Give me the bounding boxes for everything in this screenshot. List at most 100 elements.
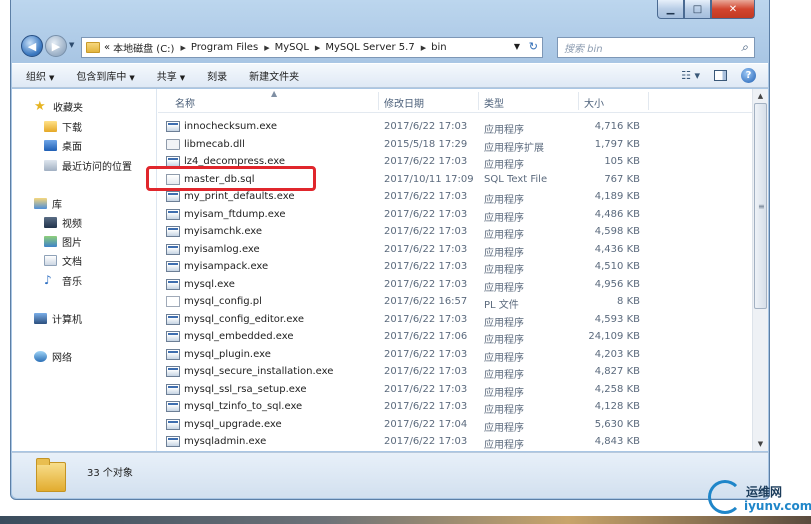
column-header-type[interactable]: 类型 [484,95,504,110]
include-in-library-button[interactable]: 包含到库中 ▼ [76,68,134,83]
file-row[interactable]: myisam_ftdump.exe 2017/6/22 17:03 应用程序 4,48… [158,206,752,224]
view-controls: ☷ ▾ ? [681,68,756,83]
change-view-icon[interactable]: ☷ ▾ [681,69,700,82]
file-row[interactable]: mysqlbinlog.exe2017/6/22 17:03应用程序5,139 … [158,451,752,452]
file-size: 4,593 KB [594,313,640,325]
scroll-down-icon[interactable]: ▼ [753,437,768,451]
column-divider[interactable] [578,92,579,110]
file-row[interactable]: lz4_decompress.exe 2017/6/22 17:03 应用程序 105… [158,153,752,171]
sidebar-item-desktop[interactable]: 桌面 [44,138,82,153]
file-size: 4,843 KB [594,436,640,447]
file-row[interactable]: myisamlog.exe 2017/6/22 17:03 应用程序 4,436 KB [158,241,752,259]
file-row[interactable]: mysql.exe 2017/6/22 17:03 应用程序 4,956 KB [158,276,752,294]
file-row[interactable]: my_print_defaults.exe 2017/6/22 17:03 应用程序… [158,188,752,206]
minimize-button[interactable]: ▁ [657,0,684,19]
file-row[interactable]: mysql_ssl_rsa_setup.exe 2017/6/22 17:03 应用… [158,381,752,399]
desktop-icon [44,140,57,151]
vertical-scrollbar[interactable]: ▲ ≡ ▼ [752,89,768,451]
column-divider[interactable] [648,92,649,110]
file-row[interactable]: mysql_config.pl 2017/6/22 16:57 PL 文件 8 KB [158,293,752,311]
sidebar-item-videos[interactable]: 视频 [44,215,82,230]
sidebar-libraries[interactable]: 库 [34,196,62,211]
column-header-size[interactable]: 大小 [584,95,604,110]
share-button[interactable]: 共享 ▼ [157,68,185,83]
breadcrumb-overflow[interactable]: « [104,42,110,53]
file-type: 应用程序 [484,247,524,259]
file-date: 2017/6/22 17:03 [384,191,468,202]
file-date: 2017/6/22 17:03 [384,278,468,290]
file-date: 2017/6/22 17:03 [384,208,468,220]
sidebar-item-music[interactable]: ♪ 音乐 [44,273,82,288]
file-type: SQL Text File [484,173,548,185]
star-icon: ★ [34,99,46,114]
file-row[interactable]: mysqladmin.exe 2017/6/22 17:03 应用程序 4,843 K… [158,433,752,451]
forward-button[interactable]: ▶ [45,35,67,57]
breadcrumb-mysql-server[interactable]: MySQL Server 5.7 [325,42,414,53]
title-bar[interactable]: ▁ □ ✕ [11,0,769,30]
file-size: 4,189 KB [594,191,640,202]
breadcrumb-program-files[interactable]: Program Files [191,42,258,53]
chevron-right-icon[interactable]: ▶ [180,44,185,52]
file-row[interactable]: mysql_plugin.exe 2017/6/22 17:03 应用程序 4,203… [158,346,752,364]
column-header-name[interactable]: 名称 [175,95,195,110]
scroll-up-icon[interactable]: ▲ [753,89,768,103]
exe-file-icon [166,331,180,342]
file-row[interactable]: innochecksum.exe 2017/6/22 17:03 应用程序 4,716… [158,118,752,136]
details-pane: 33 个对象 [12,452,768,498]
file-type: 应用程序 [484,195,524,206]
burn-button[interactable]: 刻录 [207,68,227,83]
chevron-right-icon[interactable]: ▶ [264,44,269,52]
file-row[interactable]: master_db.sql 2017/10/11 17:09 SQL Text Fi… [158,171,752,189]
file-type: 应用程序 [484,317,524,329]
column-header-date[interactable]: 修改日期 [384,95,424,110]
sidebar-item-recent-places[interactable]: 最近访问的位置 [44,158,132,173]
file-date: 2017/6/22 17:03 [384,121,468,132]
file-date: 2017/6/22 17:03 [384,313,468,325]
file-type: 应用程序 [484,282,524,294]
preview-pane-icon[interactable] [714,70,727,81]
sidebar-computer[interactable]: 计算机 [34,311,82,326]
new-folder-button[interactable]: 新建文件夹 [249,68,299,83]
column-divider[interactable] [478,92,479,110]
sidebar-item-downloads[interactable]: 下载 [44,119,82,134]
file-row[interactable]: mysql_upgrade.exe 2017/6/22 17:04 应用程序 5,63… [158,416,752,434]
chevron-right-icon[interactable]: ▶ [315,44,320,52]
file-name: mysqladmin.exe [184,436,267,447]
file-row[interactable]: mysql_config_editor.exe 2017/6/22 17:03 应用… [158,311,752,329]
sidebar-network[interactable]: 网络 [34,349,72,364]
refresh-icon[interactable]: ↻ [529,40,538,53]
sidebar-favorites[interactable]: ★ 收藏夹 [34,99,83,114]
organize-button[interactable]: 组织 ▼ [26,68,54,83]
back-button[interactable]: ◀ [21,35,43,57]
file-size: 8 KB [617,296,640,307]
address-bar[interactable]: « 本地磁盘 (C:) ▶ Program Files ▶ MySQL ▶ My… [81,37,543,58]
file-date: 2017/6/22 17:03 [384,261,468,272]
breadcrumb-mysql[interactable]: MySQL [275,42,309,53]
breadcrumb-drive[interactable]: 本地磁盘 (C:) [113,40,174,55]
column-divider[interactable] [378,92,379,110]
file-row[interactable]: mysql_embedded.exe 2017/6/22 17:06 应用程序 24,… [158,328,752,346]
pl-file-icon [166,296,180,307]
help-icon[interactable]: ? [741,68,756,83]
sidebar-item-pictures[interactable]: 图片 [44,234,82,249]
file-type: 应用程序 [484,352,524,364]
maximize-button[interactable]: □ [684,0,711,19]
breadcrumb-bin[interactable]: bin [431,42,446,53]
file-row[interactable]: libmecab.dll 2015/5/18 17:29 应用程序扩展 1,797 K… [158,136,752,154]
file-row[interactable]: mysql_tzinfo_to_sql.exe 2017/6/22 17:03 应用… [158,398,752,416]
sidebar-item-documents[interactable]: 文档 [44,253,82,268]
search-input[interactable]: 搜索 bin ⌕ [557,37,755,58]
close-button[interactable]: ✕ [711,0,755,19]
recent-pages-dropdown-icon[interactable]: ▼ [69,41,74,49]
exe-file-icon [166,348,180,360]
file-row[interactable]: myisampack.exe 2017/6/22 17:03 应用程序 4,510 K… [158,258,752,276]
chevron-right-icon[interactable]: ▶ [421,44,426,52]
address-dropdown-icon[interactable]: ▼ [514,42,520,51]
search-icon[interactable]: ⌕ [741,40,748,55]
file-name: mysql_upgrade.exe [184,418,282,430]
scrollbar-thumb[interactable]: ≡ [754,103,767,309]
file-row[interactable]: myisamchk.exe 2017/6/22 17:03 应用程序 4,598 KB [158,223,752,241]
file-date: 2017/6/22 17:03 [384,401,468,412]
file-row[interactable]: mysql_secure_installation.exe 2017/6/22 1… [158,363,752,381]
exe-file-icon [166,401,180,412]
